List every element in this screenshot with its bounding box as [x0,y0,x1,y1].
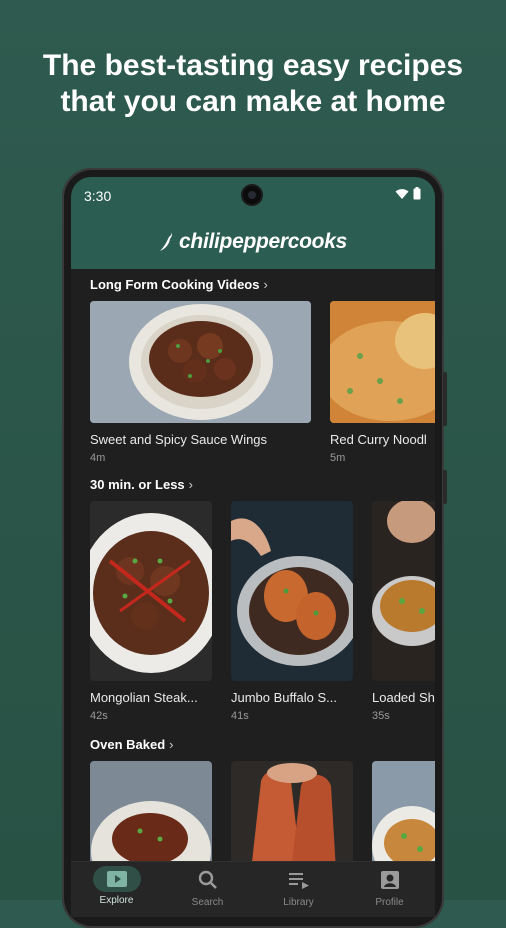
section-title-text: Oven Baked [90,737,166,752]
video-duration: 4m [90,452,106,464]
video-duration: 42s [90,710,108,722]
video-thumbnail [90,501,212,681]
playlist-icon [288,873,309,889]
video-thumbnail [372,501,435,681]
section-title-text: 30 min. or Less [90,477,185,492]
status-bar: 3:30 [71,177,435,215]
nav-explore[interactable]: Explore [71,862,162,917]
nav-label: Search [191,897,224,908]
video-title: Sweet and Spicy Sauce Wings [90,432,268,447]
video-card[interactable]: Sweet and Spicy Sauce Wings 4m [90,301,311,464]
app-logo: chilipeppercooks [159,230,347,254]
front-camera [243,186,261,204]
bottom-navigation: Explore Search Library Profile [71,861,435,917]
video-card[interactable] [372,761,435,871]
phone-power-button [443,470,447,504]
chevron-right-icon: › [263,277,268,292]
nav-label: Library [283,897,314,908]
video-duration: 5m [330,452,346,464]
section-title-text: Long Form Cooking Videos [90,277,260,292]
video-title: Jumbo Buffalo S... [231,690,337,705]
chevron-right-icon: › [169,737,174,752]
video-card[interactable]: Red Curry Noodl 5m [330,301,435,464]
nav-label: Explore [99,895,134,906]
nav-active-indicator [92,866,141,892]
section-title-oven-baked[interactable]: Oven Baked › [90,737,174,752]
video-thumbnail [90,301,311,423]
video-card[interactable] [231,761,353,871]
section-title-long-form[interactable]: Long Form Cooking Videos › [90,277,268,292]
app-header: chilipeppercooks [71,215,435,269]
video-thumbnail [90,761,212,871]
video-card[interactable]: Mongolian Steak... 42s [90,501,212,722]
battery-icon [413,187,421,200]
nav-label: Profile [375,897,404,908]
search-icon [198,870,217,889]
video-thumbnail [231,761,353,871]
account-box-icon [380,871,399,889]
video-thumbnail [372,761,435,871]
video-duration: 41s [231,710,249,722]
wifi-icon [395,188,409,199]
headline-line-1: The best-tasting easy recipes [42,49,464,82]
play-box-icon [106,871,127,887]
status-time: 3:30 [84,188,112,204]
video-title: Red Curry Noodl [330,432,427,447]
nav-library[interactable]: Library [253,862,344,917]
phone-volume-button [443,372,447,426]
headline-line-2: that you can make at home [60,85,446,118]
app-logo-text: chilipeppercooks [179,230,347,253]
video-card[interactable]: Loaded Sh 35s [372,501,435,722]
status-icons [395,187,421,200]
nav-search[interactable]: Search [162,862,253,917]
section-title-30-min[interactable]: 30 min. or Less › [90,477,193,492]
video-duration: 35s [372,710,390,722]
video-thumbnail [330,301,435,423]
chili-pepper-icon [160,232,172,251]
app-screen: 3:30 chilipeppercooks Long Form Cooking … [71,177,435,917]
chevron-right-icon: › [188,477,193,492]
video-card[interactable]: Jumbo Buffalo S... 41s [231,501,353,722]
promo-headline: The best-tasting easy recipes that you c… [0,48,506,120]
video-card[interactable] [90,761,212,871]
video-thumbnail [231,501,353,681]
video-title: Mongolian Steak... [90,690,198,705]
video-title: Loaded Sh [372,690,435,705]
nav-profile[interactable]: Profile [344,862,435,917]
